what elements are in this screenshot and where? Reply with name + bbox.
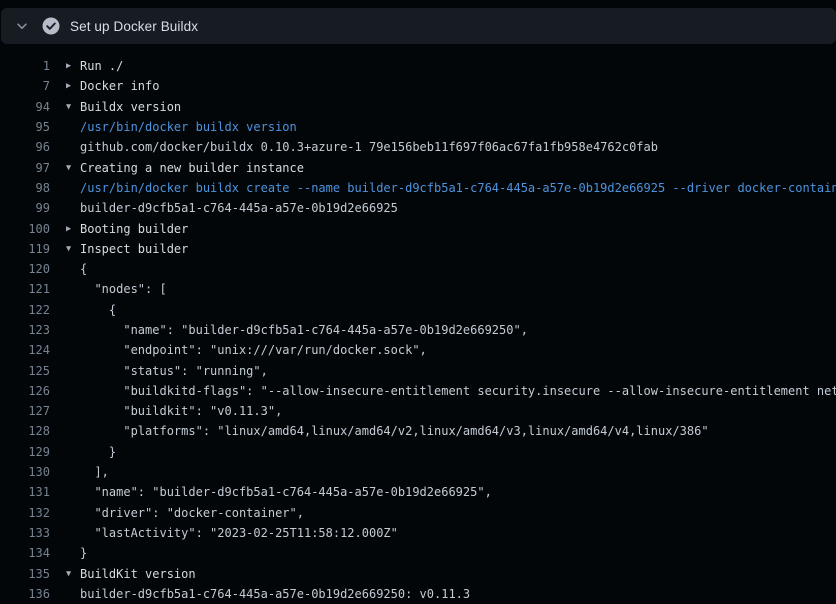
log-group-line[interactable]: 100 ▶ Booting builder: [0, 218, 836, 238]
line-number-link[interactable]: 129: [0, 445, 50, 459]
log-line: 128 "platforms": "linux/amd64,linux/amd6…: [0, 421, 836, 441]
check-circle-icon: [42, 17, 60, 35]
line-number-link[interactable]: 96: [0, 140, 50, 154]
line-number-link[interactable]: 127: [0, 404, 50, 418]
log-line: 96 github.com/docker/buildx 0.10.3+azure…: [0, 137, 836, 157]
log-group-line[interactable]: 7 ▶ Docker info: [0, 76, 836, 96]
line-number-link[interactable]: 125: [0, 364, 50, 378]
log-line-text[interactable]: Inspect builder: [80, 242, 188, 256]
line-number-link[interactable]: 121: [0, 282, 50, 296]
log-line-text: "buildkit": "v0.11.3",: [80, 404, 282, 418]
log-line-text: "nodes": [: [80, 282, 167, 296]
line-number-link[interactable]: 135: [0, 567, 50, 581]
log-line: 129 }: [0, 442, 836, 462]
log-line: 134 }: [0, 543, 836, 563]
log-line: 95 /usr/bin/docker buildx version: [0, 117, 836, 137]
step-header[interactable]: Set up Docker Buildx: [1, 8, 836, 44]
line-number-link[interactable]: 131: [0, 485, 50, 499]
log-line-text: "name": "builder-d9cfb5a1-c764-445a-a57e…: [80, 323, 528, 337]
line-number-link[interactable]: 94: [0, 100, 50, 114]
log-line: 123 "name": "builder-d9cfb5a1-c764-445a-…: [0, 320, 836, 340]
group-toggle-icon[interactable]: ▶: [66, 81, 80, 91]
log-line: 125 "status": "running",: [0, 360, 836, 380]
line-number-link[interactable]: 98: [0, 181, 50, 195]
line-number-link[interactable]: 133: [0, 526, 50, 540]
log-line: 99 builder-d9cfb5a1-c764-445a-a57e-0b19d…: [0, 198, 836, 218]
log-line-text[interactable]: Docker info: [80, 79, 159, 93]
line-number-link[interactable]: 119: [0, 242, 50, 256]
log-line-text: ],: [80, 465, 109, 479]
line-number-link[interactable]: 99: [0, 201, 50, 215]
step-title: Set up Docker Buildx: [70, 19, 198, 34]
group-toggle-icon[interactable]: ▶: [66, 61, 80, 71]
line-number-link[interactable]: 136: [0, 587, 50, 601]
line-number-link[interactable]: 1: [0, 59, 50, 73]
log-line: 133 "lastActivity": "2023-02-25T11:58:12…: [0, 523, 836, 543]
log-line-text[interactable]: Booting builder: [80, 222, 188, 236]
log-line-text: github.com/docker/buildx 0.10.3+azure-1 …: [80, 140, 658, 154]
log-line-text[interactable]: Creating a new builder instance: [80, 161, 304, 175]
line-number-link[interactable]: 7: [0, 79, 50, 93]
log-line: 124 "endpoint": "unix:///var/run/docker.…: [0, 340, 836, 360]
line-number-link[interactable]: 132: [0, 506, 50, 520]
line-number-link[interactable]: 100: [0, 222, 50, 236]
group-toggle-icon[interactable]: ▶: [66, 224, 80, 234]
log-line-text: }: [80, 546, 87, 560]
log-line-text: builder-d9cfb5a1-c764-445a-a57e-0b19d2e6…: [80, 201, 398, 215]
line-number-link[interactable]: 134: [0, 546, 50, 560]
log-line: 130 ],: [0, 462, 836, 482]
group-toggle-icon[interactable]: ▼: [66, 244, 80, 254]
group-toggle-icon[interactable]: ▼: [66, 163, 80, 173]
line-number-link[interactable]: 122: [0, 303, 50, 317]
log-line: 120 {: [0, 259, 836, 279]
log-line: 122 {: [0, 300, 836, 320]
log-line-text[interactable]: Buildx version: [80, 100, 181, 114]
log-line: 121 "nodes": [: [0, 279, 836, 299]
group-toggle-icon[interactable]: ▼: [66, 102, 80, 112]
log-line-text: "endpoint": "unix:///var/run/docker.sock…: [80, 343, 427, 357]
line-number-link[interactable]: 97: [0, 161, 50, 175]
log-line-text: "name": "builder-d9cfb5a1-c764-445a-a57e…: [80, 485, 492, 499]
log-line: 127 "buildkit": "v0.11.3",: [0, 401, 836, 421]
log-line-text: "platforms": "linux/amd64,linux/amd64/v2…: [80, 424, 709, 438]
log-lines: 1 ▶ Run ./ 7 ▶ Docker info 94 ▼ Buildx v…: [0, 44, 836, 604]
log-line-text: {: [80, 303, 116, 317]
line-number-link[interactable]: 124: [0, 343, 50, 357]
log-line: 132 "driver": "docker-container",: [0, 503, 836, 523]
line-number-link[interactable]: 120: [0, 262, 50, 276]
log-group-line[interactable]: 97 ▼ Creating a new builder instance: [0, 157, 836, 177]
log-line-text[interactable]: Run ./: [80, 59, 123, 73]
log-line-text: {: [80, 262, 87, 276]
log-line-text[interactable]: BuildKit version: [80, 567, 196, 581]
line-number-link[interactable]: 126: [0, 384, 50, 398]
log-line-text: /usr/bin/docker buildx create --name bui…: [80, 181, 836, 195]
chevron-down-icon[interactable]: [15, 19, 29, 33]
log-line-text: }: [80, 445, 116, 459]
line-number-link[interactable]: 95: [0, 120, 50, 134]
log-group-line[interactable]: 94 ▼ Buildx version: [0, 97, 836, 117]
log-line-text: "buildkitd-flags": "--allow-insecure-ent…: [80, 384, 836, 398]
line-number-link[interactable]: 128: [0, 424, 50, 438]
log-line-text: /usr/bin/docker buildx version: [80, 120, 297, 134]
log-line: 98 /usr/bin/docker buildx create --name …: [0, 178, 836, 198]
log-group-line[interactable]: 119 ▼ Inspect builder: [0, 239, 836, 259]
log-line: 126 "buildkitd-flags": "--allow-insecure…: [0, 381, 836, 401]
log-line-text: "driver": "docker-container",: [80, 506, 304, 520]
group-toggle-icon[interactable]: ▼: [66, 569, 80, 579]
line-number-link[interactable]: 130: [0, 465, 50, 479]
log-line: 131 "name": "builder-d9cfb5a1-c764-445a-…: [0, 482, 836, 502]
log-line-text: "status": "running",: [80, 364, 268, 378]
log-group-line[interactable]: 1 ▶ Run ./: [0, 56, 836, 76]
log-line-text: builder-d9cfb5a1-c764-445a-a57e-0b19d2e6…: [80, 587, 470, 601]
log-line-text: "lastActivity": "2023-02-25T11:58:12.000…: [80, 526, 398, 540]
log-group-line[interactable]: 135 ▼ BuildKit version: [0, 563, 836, 583]
log-line: 136 builder-d9cfb5a1-c764-445a-a57e-0b19…: [0, 584, 836, 604]
line-number-link[interactable]: 123: [0, 323, 50, 337]
